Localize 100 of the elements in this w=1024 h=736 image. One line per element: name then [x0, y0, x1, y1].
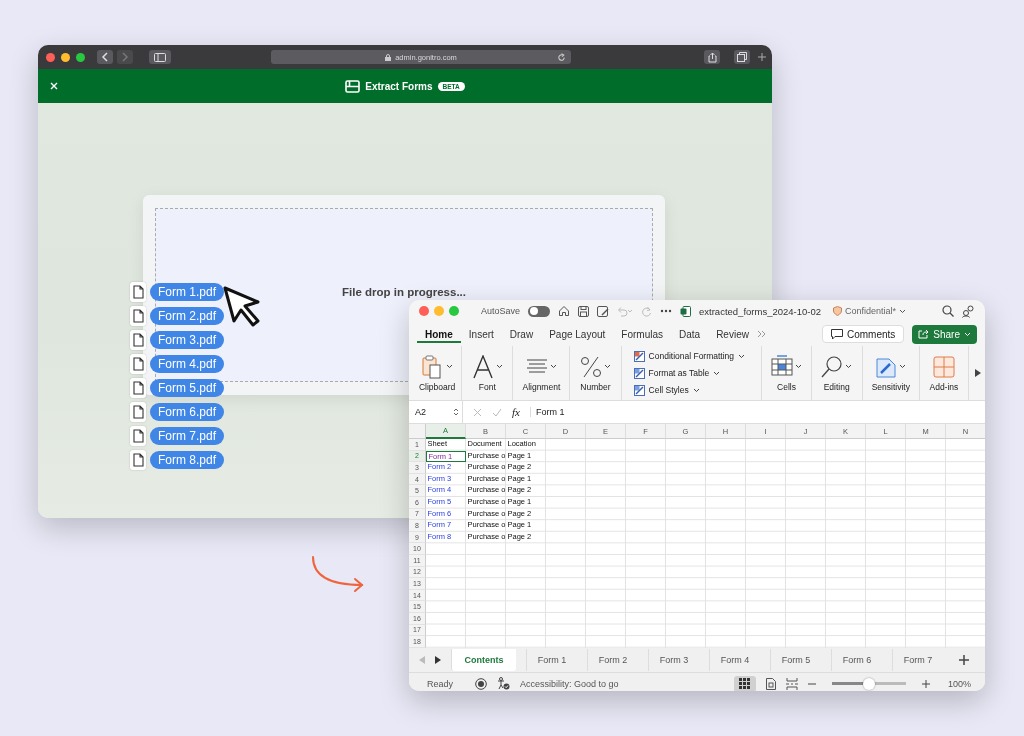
caret-icon — [549, 364, 557, 369]
formula-input[interactable]: Form 1 — [529, 407, 985, 417]
add-sheet-icon[interactable] — [959, 655, 969, 665]
app-title: Extract Forms — [365, 80, 433, 92]
new-tab-icon[interactable] — [758, 53, 766, 61]
home-icon[interactable] — [558, 305, 571, 317]
caret-icon — [604, 364, 611, 369]
sidebar-icon — [154, 52, 166, 62]
more-tabs-icon[interactable] — [756, 330, 767, 338]
caret-icon — [738, 353, 746, 359]
more-icon[interactable] — [660, 309, 673, 313]
sheet-tab[interactable]: Form 1 — [526, 649, 577, 671]
sensitivity-menu[interactable]: Confidential* — [833, 306, 907, 316]
magnifier-icon — [821, 354, 844, 379]
ribbon-button[interactable]: Editing — [811, 346, 863, 400]
form-layout-icon — [345, 79, 361, 93]
ribbon-button[interactable]: Clipboard — [413, 346, 463, 400]
ribbon-button[interactable]: Add-ins — [919, 346, 969, 400]
sheet-tab[interactable]: Form 3 — [648, 649, 699, 671]
zoom-window-icon[interactable] — [76, 52, 85, 62]
minimize-window-icon[interactable] — [61, 52, 70, 62]
share-icon — [707, 51, 717, 63]
ribbon-button[interactable]: Sensitivity — [862, 346, 920, 400]
tiles-icon — [932, 354, 955, 379]
ribbon-tab[interactable]: Draw — [501, 325, 542, 343]
caret-icon — [964, 331, 971, 337]
file-chip[interactable]: Form 3.pdf — [150, 331, 225, 349]
file-chip[interactable]: Form 4.pdf — [150, 355, 225, 373]
chevron-left-icon — [101, 52, 109, 62]
ribbon-tab[interactable]: Data — [671, 325, 709, 343]
accessibility-status[interactable]: Accessibility: Good to go — [520, 678, 619, 689]
insert-function-button[interactable]: fx — [512, 406, 520, 418]
search-icon[interactable] — [942, 305, 954, 317]
table-grid-icon — [771, 354, 793, 379]
accessibility-icon[interactable] — [497, 677, 510, 690]
slider-thumb[interactable] — [862, 677, 875, 690]
close-window-icon[interactable] — [419, 306, 429, 316]
save-edit-icon[interactable] — [597, 305, 610, 317]
file-chip[interactable]: Form 2.pdf — [150, 307, 225, 325]
close-window-icon[interactable] — [46, 52, 55, 62]
ribbon-tab[interactable]: Review — [708, 325, 757, 343]
lock-icon — [385, 53, 392, 61]
file-name: extracted_forms_2024-10-02 — [699, 305, 822, 317]
ribbon-tab[interactable]: Insert — [460, 325, 502, 343]
next-sheet-icon[interactable] — [435, 656, 441, 664]
share-button[interactable]: Share — [912, 324, 977, 344]
page-break-icon[interactable] — [785, 677, 798, 690]
scroll-right-icon[interactable] — [975, 369, 981, 377]
drop-message: File drop in progress... — [342, 286, 466, 298]
letter-a-icon — [471, 354, 494, 379]
tabs-icon — [737, 52, 747, 62]
ribbon-tab[interactable]: Page Layout — [541, 325, 614, 343]
ribbon-button[interactable]: Cells — [762, 346, 812, 400]
percent-icon — [580, 354, 602, 379]
file-chip[interactable]: Form 1.pdf — [150, 283, 225, 301]
ribbon-tab[interactable]: Home — [417, 325, 461, 343]
file-chip[interactable]: Form 7.pdf — [150, 427, 225, 445]
clipboard-icon — [421, 354, 444, 379]
zoom-in-icon[interactable] — [921, 679, 930, 688]
people-icon[interactable] — [962, 304, 975, 318]
page-layout-icon[interactable] — [765, 677, 776, 690]
table-style-icon — [633, 384, 645, 396]
zoom-level: 100% — [947, 678, 971, 689]
comments-button[interactable]: Comments — [821, 325, 905, 343]
styles-menu-item[interactable]: Conditional Formatting — [633, 348, 746, 364]
styles-menu-item[interactable]: Format as Table — [633, 365, 721, 381]
sheet-tab[interactable]: Form 6 — [831, 649, 882, 671]
sheet-tab[interactable]: Form 4 — [709, 649, 760, 671]
status-text: Ready — [427, 678, 453, 689]
table-style-icon — [633, 367, 645, 379]
chevron-right-icon — [121, 52, 129, 62]
record-icon[interactable] — [475, 677, 487, 690]
share-icon — [918, 329, 930, 339]
caret-icon — [899, 308, 907, 314]
save-icon[interactable] — [578, 305, 590, 317]
caret-icon — [899, 364, 907, 369]
reload-icon[interactable] — [557, 52, 566, 62]
share-button[interactable] — [704, 50, 720, 64]
file-chip[interactable]: Form 6.pdf — [150, 403, 225, 421]
autosave-toggle[interactable] — [528, 305, 551, 317]
file-chip[interactable]: Form 5.pdf — [150, 379, 225, 397]
caret-icon — [692, 387, 700, 393]
ribbon-button[interactable]: Number — [570, 346, 622, 400]
back-button[interactable] — [97, 50, 113, 64]
sheet-tab[interactable]: Form 7 — [892, 649, 943, 671]
grid-dots-icon — [739, 678, 751, 689]
sheet-tab[interactable]: Contents — [451, 649, 516, 671]
sheet-tab[interactable]: Form 2 — [587, 649, 638, 671]
close-icon[interactable] — [50, 82, 58, 90]
styles-menu-item[interactable]: Cell Styles — [633, 382, 700, 398]
file-chip[interactable]: Form 8.pdf — [150, 451, 225, 469]
sheet-tab[interactable]: Form 5 — [770, 649, 821, 671]
caret-icon — [795, 364, 802, 369]
tabs-button[interactable] — [734, 50, 750, 64]
sidebar-button[interactable] — [149, 50, 171, 64]
normal-view-button[interactable] — [733, 675, 756, 691]
ribbon-button[interactable]: Alignment — [513, 346, 571, 400]
speech-bubble-icon — [830, 328, 843, 340]
table-style-icon — [633, 350, 645, 362]
ribbon-button[interactable]: Font — [462, 346, 514, 400]
